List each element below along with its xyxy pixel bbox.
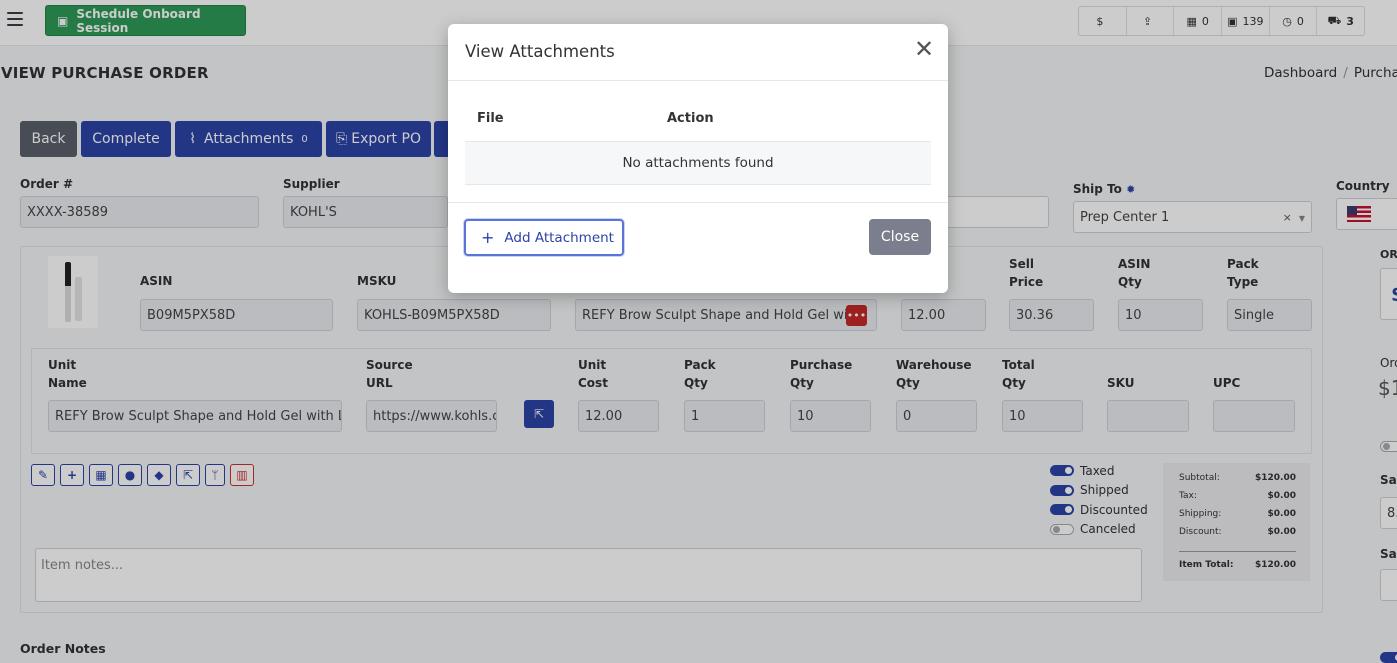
close-icon[interactable]: ✕ (914, 37, 934, 61)
column-action: Action (667, 111, 714, 126)
add-attachment-button[interactable]: + Add Attachment (464, 219, 624, 256)
close-button[interactable]: Close (869, 219, 931, 255)
modal-title: View Attachments (465, 42, 615, 61)
view-attachments-modal: View Attachments ✕ File Action No attach… (448, 24, 948, 293)
plus-icon: + (481, 228, 495, 247)
column-file: File (477, 111, 504, 126)
empty-attachments-row: No attachments found (465, 141, 931, 185)
add-attachment-label: Add Attachment (504, 229, 614, 246)
